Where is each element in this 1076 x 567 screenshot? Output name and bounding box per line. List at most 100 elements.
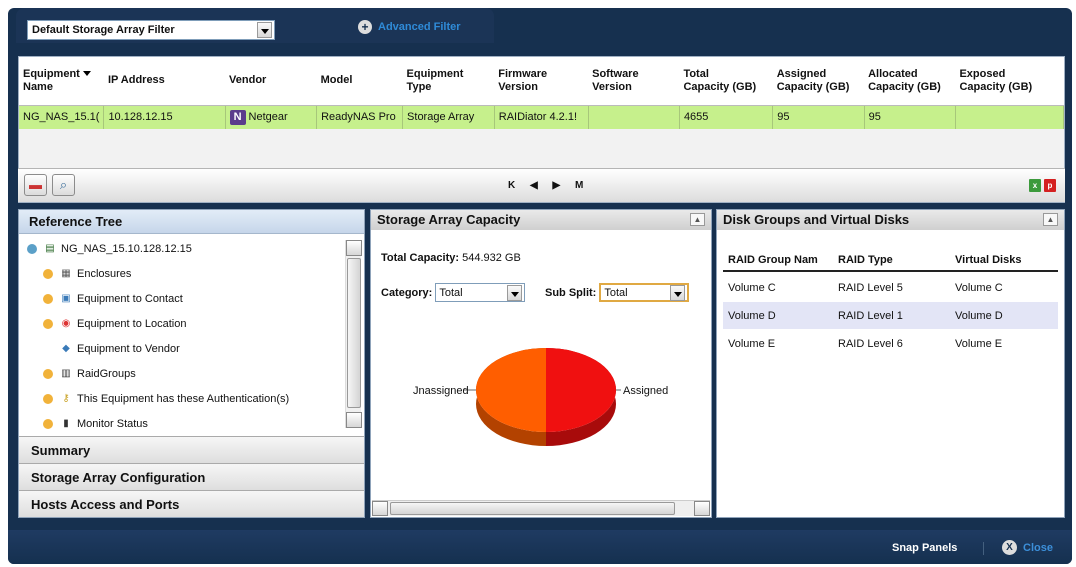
tree-node[interactable]: ▣ Equipment to Contact bbox=[19, 286, 347, 311]
tree-node[interactable]: ▮ Monitor Status bbox=[19, 411, 347, 436]
table-cell: Volume C bbox=[955, 281, 1003, 294]
subsplit-select[interactable]: Total bbox=[599, 283, 690, 302]
column-header-5[interactable]: Firmware Version bbox=[494, 57, 589, 106]
tree-node-label: Equipment to Contact bbox=[77, 292, 183, 305]
scroll-down-icon[interactable] bbox=[346, 412, 362, 428]
storage-array-configuration-section[interactable]: Storage Array Configuration bbox=[19, 463, 364, 490]
table-row[interactable]: NG_NAS_15.1(10.128.12.15 N Netgear ReadyNAS… bbox=[19, 105, 1065, 129]
table-cell bbox=[955, 105, 1065, 129]
advanced-filter-button[interactable]: + Advanced Filter bbox=[358, 20, 461, 34]
category-select[interactable]: Total bbox=[435, 283, 526, 302]
column-header-7[interactable]: Total Capacity (GB) bbox=[679, 57, 773, 106]
column-header-10[interactable]: Exposed Capacity (GB) bbox=[955, 57, 1064, 106]
pdf-export-icon[interactable]: p bbox=[1044, 179, 1056, 192]
snap-panels-button[interactable]: Snap Panels bbox=[892, 542, 957, 554]
expand-icon[interactable] bbox=[43, 318, 53, 329]
delete-icon[interactable]: ▬ bbox=[24, 174, 47, 196]
column-header-text: Capacity (GB) bbox=[868, 80, 941, 93]
pie-label: Jnassigned bbox=[413, 385, 469, 397]
column-header-1[interactable]: IP Address bbox=[103, 57, 226, 106]
table-row[interactable]: Volume D RAID Level 1 Volume D bbox=[723, 302, 1058, 329]
monitor-icon: ▮ bbox=[63, 417, 69, 429]
column-header-text: Model bbox=[320, 74, 353, 87]
chevron-down-icon[interactable] bbox=[670, 284, 686, 301]
table-row[interactable]: Volume E RAID Level 6 Volume E bbox=[723, 330, 1058, 357]
tree-node[interactable]: ◆ Equipment to Vendor bbox=[19, 336, 347, 361]
search-icon[interactable]: ⌕ bbox=[52, 174, 75, 196]
column-header-2[interactable]: Vendor bbox=[225, 57, 317, 106]
column-header-text: Software bbox=[592, 67, 639, 80]
close-icon[interactable]: X bbox=[1002, 540, 1017, 555]
table-cell: 4655 bbox=[679, 105, 774, 129]
chevron-down-icon[interactable] bbox=[507, 284, 523, 301]
category-row: Category: Total bbox=[381, 283, 526, 302]
tree-node[interactable]: ◉ Equipment to Location bbox=[19, 311, 347, 336]
table-cell-text: 10.128.12.15 bbox=[108, 111, 173, 124]
reference-tree-title[interactable]: Reference Tree bbox=[19, 210, 364, 234]
virtual-disks-header[interactable]: Virtual Disks bbox=[951, 254, 1056, 266]
netgear-logo-icon: N bbox=[229, 109, 246, 125]
table-row[interactable]: Volume C RAID Level 5 Volume C bbox=[723, 274, 1058, 301]
column-header-9[interactable]: Allocated Capacity (GB) bbox=[864, 57, 956, 106]
column-header-0[interactable]: Equipment Name bbox=[19, 57, 104, 106]
scroll-up-icon[interactable] bbox=[346, 240, 362, 256]
column-header-8[interactable]: Assigned Capacity (GB) bbox=[772, 57, 865, 106]
raid-type-header[interactable]: RAID Type bbox=[836, 254, 951, 266]
table-cell-text: NG_NAS_15.1( bbox=[23, 111, 100, 124]
table-cell: Volume D bbox=[955, 309, 1003, 322]
close-button[interactable]: Close bbox=[1023, 542, 1053, 554]
expand-icon[interactable] bbox=[43, 368, 53, 379]
pager[interactable]: K ◀ ▶ M bbox=[508, 180, 589, 191]
total-capacity: Total Capacity: 544.932 GB bbox=[381, 252, 521, 264]
scroll-left-icon[interactable] bbox=[372, 501, 388, 516]
column-header-text: Version bbox=[498, 80, 538, 93]
chevron-down-icon[interactable] bbox=[257, 22, 272, 38]
scroll-right-icon[interactable] bbox=[694, 501, 710, 516]
subsplit-label: Sub Split: bbox=[545, 286, 597, 299]
table-cell: RAID Level 6 bbox=[838, 337, 903, 350]
capacity-scrollbar[interactable] bbox=[372, 500, 710, 516]
advanced-filter-label: Advanced Filter bbox=[378, 21, 461, 33]
summary-section[interactable]: Summary bbox=[19, 436, 364, 463]
category-label: Category: bbox=[381, 286, 433, 299]
scroll-thumb[interactable] bbox=[390, 502, 675, 515]
tree-node-label: Monitor Status bbox=[77, 417, 148, 430]
hosts-access-ports-section[interactable]: Hosts Access and Ports bbox=[19, 490, 364, 517]
expand-icon[interactable] bbox=[43, 418, 53, 429]
scroll-thumb[interactable] bbox=[347, 258, 361, 408]
sort-down-icon[interactable] bbox=[82, 71, 91, 77]
tree-scrollbar[interactable] bbox=[345, 240, 362, 428]
tree-node[interactable]: ▤ NG_NAS_15.10.128.12.15 bbox=[19, 236, 347, 261]
tree-node[interactable]: ▥ RaidGroups bbox=[19, 361, 347, 386]
column-header-text: IP Address bbox=[107, 74, 165, 87]
collapse-icon[interactable]: ▲ bbox=[690, 213, 705, 226]
tree-node[interactable]: ⚷ This Equipment has these Authentication… bbox=[19, 386, 347, 411]
expand-icon[interactable] bbox=[43, 293, 53, 304]
column-header-text: Vendor bbox=[229, 74, 267, 87]
column-header-6[interactable]: Software Version bbox=[588, 57, 680, 106]
column-header-text: Capacity (GB) bbox=[776, 80, 850, 93]
expand-icon[interactable] bbox=[43, 393, 53, 404]
tree-node[interactable]: ▦ Enclosures bbox=[19, 261, 347, 286]
excel-export-icon[interactable]: x bbox=[1029, 179, 1041, 192]
collapse-icon[interactable]: ▲ bbox=[1043, 213, 1058, 226]
contact-icon: ▣ bbox=[61, 292, 71, 304]
disk-table-header: RAID Group Nam RAID Type Virtual Disks bbox=[723, 250, 1058, 272]
subsplit-value: Total bbox=[604, 286, 628, 299]
column-header-text: Version bbox=[592, 80, 632, 93]
total-capacity-label: Total Capacity: bbox=[381, 252, 460, 264]
raid-group-name-header[interactable]: RAID Group Nam bbox=[723, 254, 836, 266]
column-header-4[interactable]: Equipment Type bbox=[402, 57, 495, 106]
category-value: Total bbox=[439, 286, 463, 299]
storage-filter-select[interactable]: Default Storage Array Filter bbox=[27, 20, 275, 40]
table-cell-text: 95 bbox=[868, 111, 881, 124]
collapse-icon[interactable] bbox=[27, 243, 37, 254]
column-header-3[interactable]: Model bbox=[316, 57, 403, 106]
table-cell: Volume E bbox=[728, 337, 776, 350]
column-header-text: Capacity (GB) bbox=[959, 80, 1033, 93]
tree-node-label: RaidGroups bbox=[77, 367, 136, 380]
table-cell: N Netgear bbox=[225, 105, 318, 129]
storage-device-icon: ▤ bbox=[45, 242, 55, 254]
disk-groups-title-text: Disk Groups and Virtual Disks bbox=[723, 212, 910, 227]
expand-icon[interactable] bbox=[43, 268, 53, 279]
